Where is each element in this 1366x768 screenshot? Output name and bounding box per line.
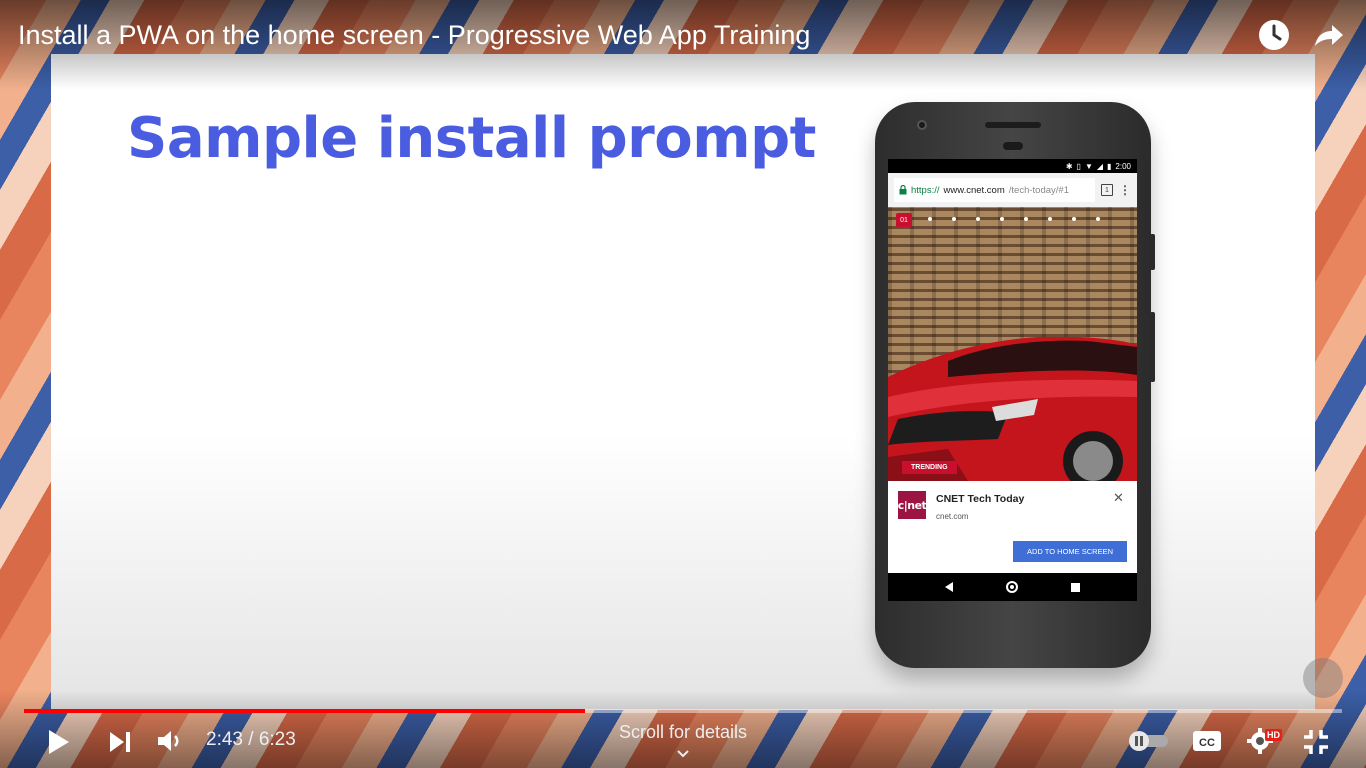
carousel-dot[interactable] — [1024, 217, 1028, 221]
more-options-icon[interactable]: ⋮ — [1119, 183, 1131, 197]
signal-icon: ◢ — [1096, 161, 1104, 171]
app-name: CNET Tech Today — [936, 493, 1025, 505]
progress-bar[interactable] — [24, 709, 1342, 713]
video-title[interactable]: Install a PWA on the home screen - Progr… — [18, 18, 810, 52]
carousel-dot[interactable] — [1000, 217, 1004, 221]
cnet-logo: c|net — [898, 491, 927, 519]
play-icon[interactable] — [46, 728, 72, 756]
phone-camera — [917, 120, 927, 130]
hd-badge: HD — [1265, 729, 1282, 741]
install-banner: c|net CNET Tech Today cnet.com ✕ ADD TO … — [888, 481, 1137, 573]
clock-icon[interactable] — [1257, 18, 1291, 52]
red-car-image — [888, 337, 1137, 481]
autoplay-toggle[interactable] — [1126, 730, 1170, 752]
url-scheme: https:// — [911, 184, 940, 196]
closed-captions-icon[interactable]: CC — [1192, 729, 1222, 753]
phone-mockup: ✱ ▯ ▼ ◢ ▮ 2:00 https://www.cnet.com/tech… — [875, 102, 1155, 668]
url-field[interactable]: https://www.cnet.com/tech-today/#1 — [894, 178, 1095, 202]
phone-volume-button — [1150, 234, 1155, 270]
presentation-slide: Sample install prompt ✱ ▯ ▼ ◢ ▮ 2:00 htt… — [51, 54, 1315, 710]
back-icon[interactable] — [944, 582, 953, 592]
scroll-hint-label: Scroll for details — [618, 722, 748, 742]
carousel-dot[interactable] — [928, 217, 932, 221]
lock-icon — [899, 185, 907, 195]
browser-address-bar: https://www.cnet.com/tech-today/#1 1 ⋮ — [888, 173, 1137, 207]
progress-played — [24, 709, 585, 713]
scroll-for-details[interactable]: Scroll for details — [560, 722, 806, 764]
share-icon[interactable] — [1311, 18, 1345, 52]
article-hero-image: 01 TRENDING — [888, 207, 1137, 481]
carousel-dot[interactable] — [952, 217, 956, 221]
carousel-dot[interactable] — [1048, 217, 1052, 221]
chevron-down-icon — [677, 750, 689, 758]
tab-switcher-button[interactable]: 1 — [1101, 184, 1113, 196]
carousel-dot[interactable] — [976, 217, 980, 221]
next-icon[interactable] — [108, 730, 134, 754]
status-time: 2:00 — [1115, 161, 1131, 171]
carousel-dot[interactable] — [1096, 217, 1100, 221]
carousel-dot[interactable] — [1072, 217, 1076, 221]
volume-icon[interactable] — [156, 728, 184, 754]
svg-text:CC: CC — [1199, 737, 1215, 749]
app-domain: cnet.com — [936, 512, 969, 521]
add-to-home-screen-button[interactable]: ADD TO HOME SCREEN — [1013, 541, 1127, 562]
recents-icon[interactable] — [1071, 582, 1081, 592]
carousel-dots — [928, 217, 1100, 221]
trending-label: TRENDING — [902, 461, 957, 474]
phone-speaker — [985, 122, 1041, 128]
wifi-icon: ▼ — [1084, 161, 1093, 171]
phone-power-button — [1150, 312, 1155, 382]
url-host: www.cnet.com — [943, 184, 1005, 196]
slide-heading: Sample install prompt — [127, 106, 816, 171]
slide-index-badge: 01 — [896, 213, 912, 227]
exit-fullscreen-icon[interactable] — [1302, 728, 1330, 756]
phone-screen: ✱ ▯ ▼ ◢ ▮ 2:00 https://www.cnet.com/tech… — [888, 159, 1137, 601]
phone-earpiece — [1003, 142, 1023, 150]
vibrate-icon: ▯ — [1076, 161, 1081, 171]
time-display: 2:43 / 6:23 — [206, 729, 296, 750]
home-icon[interactable] — [1005, 581, 1018, 593]
url-path: /tech-today/#1 — [1008, 184, 1069, 196]
bluetooth-icon: ✱ — [1065, 161, 1073, 171]
android-nav-bar — [888, 573, 1137, 601]
battery-icon: ▮ — [1107, 161, 1112, 171]
phone-status-bar: ✱ ▯ ▼ ◢ ▮ 2:00 — [888, 159, 1137, 173]
close-icon[interactable]: ✕ — [1113, 490, 1124, 506]
